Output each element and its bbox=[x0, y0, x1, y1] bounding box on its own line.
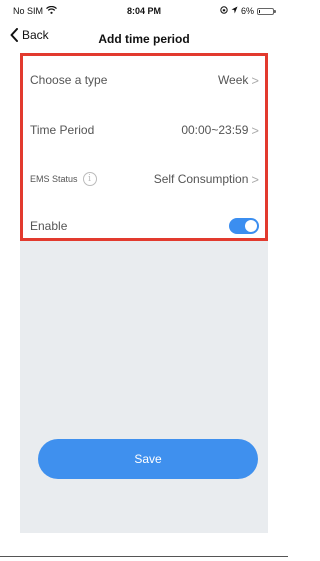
enable-row: Enable bbox=[30, 214, 259, 238]
type-value: Week bbox=[217, 73, 249, 87]
time-period-row[interactable]: Time Period 00:00~23:59 > bbox=[30, 118, 259, 142]
status-right: 6% bbox=[220, 6, 276, 16]
ems-status-label: EMS Status bbox=[30, 174, 78, 184]
content-area: Choose a type Week > Time Period 00:00~2… bbox=[20, 53, 268, 533]
bottom-divider bbox=[0, 556, 288, 557]
navigation-bar: Back Add time period bbox=[0, 24, 288, 52]
type-value-group: Week > bbox=[218, 73, 259, 88]
ems-status-row[interactable]: EMS Status i Self Consumption > bbox=[30, 167, 259, 191]
info-icon[interactable]: i bbox=[82, 172, 97, 186]
time-period-value: 00:00~23:59 bbox=[181, 123, 249, 137]
type-label: Choose a type bbox=[30, 73, 108, 87]
battery-percent: 6% bbox=[240, 6, 254, 16]
location-icon bbox=[231, 6, 238, 16]
time-period-label: Time Period bbox=[30, 123, 95, 137]
chevron-right-icon: > bbox=[251, 72, 259, 88]
app-screen: No SIM 8:04 PM 6% Back Add time period C… bbox=[0, 0, 288, 561]
page-title: Add time period bbox=[98, 32, 190, 46]
toggle-knob bbox=[245, 220, 257, 232]
status-bar: No SIM 8:04 PM 6% bbox=[0, 0, 288, 22]
time-period-value-group: 00:00~23:59 > bbox=[181, 123, 259, 138]
type-row[interactable]: Choose a type Week > bbox=[30, 68, 259, 92]
chevron-right-icon: > bbox=[251, 171, 259, 187]
ems-status-label-group: EMS Status i bbox=[30, 172, 97, 186]
ems-status-value: Self Consumption bbox=[153, 172, 249, 186]
orientation-lock-icon bbox=[220, 6, 228, 16]
battery-level bbox=[259, 9, 260, 13]
chevron-right-icon: > bbox=[251, 122, 259, 138]
time-period-form: Choose a type Week > Time Period 00:00~2… bbox=[20, 53, 268, 241]
battery-icon bbox=[257, 7, 276, 15]
enable-label: Enable bbox=[30, 219, 68, 233]
ems-status-value-group: Self Consumption > bbox=[154, 172, 259, 187]
save-button[interactable]: Save bbox=[38, 439, 258, 479]
enable-toggle[interactable] bbox=[229, 218, 259, 234]
